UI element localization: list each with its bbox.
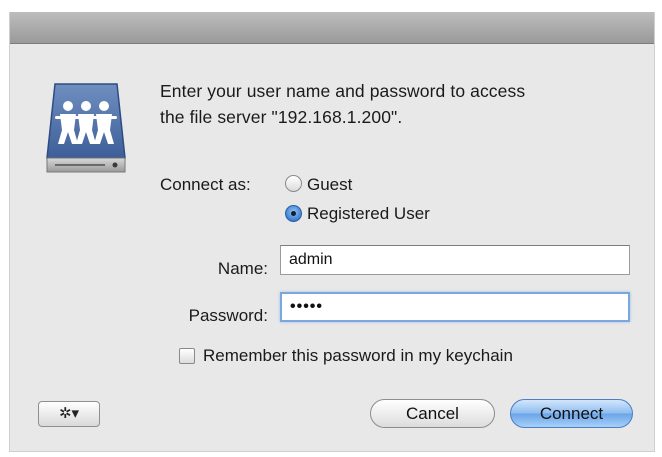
connect-button[interactable]: Connect <box>510 399 633 428</box>
connect-as-label: Connect as: <box>160 175 251 194</box>
registered-user-radio[interactable] <box>285 205 302 222</box>
connect-to-server-dialog: Enter your user name and password to acc… <box>9 12 655 452</box>
remember-password-label[interactable]: Remember this password in my keychain <box>203 346 513 366</box>
file-server-icon <box>45 80 127 176</box>
remember-password-checkbox[interactable] <box>179 348 195 364</box>
gear-icon: ✲▾ <box>58 405 80 422</box>
cancel-button[interactable]: Cancel <box>370 399 495 428</box>
password-label: Password: <box>188 306 268 325</box>
password-field[interactable]: ••••• <box>280 292 630 322</box>
guest-radio-label[interactable]: Guest <box>307 175 352 195</box>
guest-radio[interactable] <box>285 175 302 192</box>
prompt-text-line-2: the file server "192.168.1.200". <box>160 107 403 127</box>
registered-user-radio-label[interactable]: Registered User <box>307 204 430 224</box>
dialog-title-bar[interactable] <box>10 12 654 44</box>
name-label: Name: <box>217 259 268 278</box>
prompt-text-line-1: Enter your user name and password to acc… <box>160 81 526 101</box>
name-field[interactable]: admin <box>280 245 630 275</box>
action-menu-button[interactable]: ✲▾ <box>38 401 100 427</box>
